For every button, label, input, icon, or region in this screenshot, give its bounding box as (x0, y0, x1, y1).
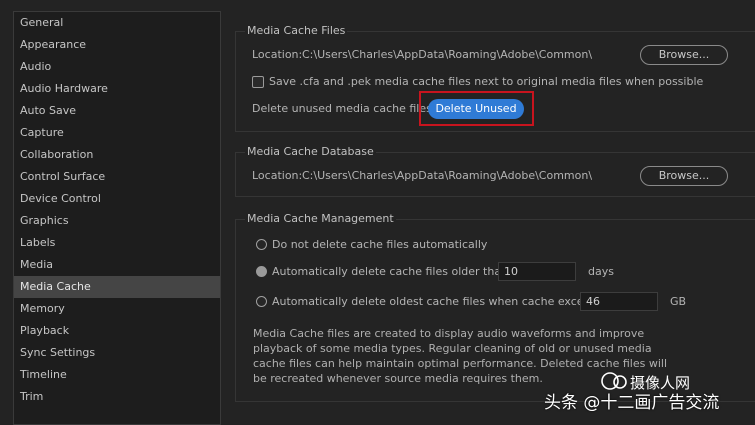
radio-delete-older-than[interactable] (256, 266, 267, 277)
media-cache-files-title: Media Cache Files (245, 24, 348, 37)
files-location-label: Location: (252, 48, 303, 61)
sidebar-item-audio[interactable]: Audio (14, 56, 220, 78)
database-location-path: C:\Users\Charles\AppData\Roaming\Adobe\C… (302, 169, 593, 182)
option-do-not-delete-label: Do not delete cache files automatically (272, 238, 488, 251)
option-delete-older-label: Automatically delete cache files older t… (272, 265, 512, 278)
delete-unused-label: Delete unused media cache files (252, 102, 432, 115)
database-location-label: Location: (252, 169, 303, 182)
preferences-sidebar: General Appearance Audio Audio Hardware … (13, 11, 221, 425)
sidebar-item-trim[interactable]: Trim (14, 386, 220, 408)
save-cache-next-to-media-checkbox[interactable] (252, 76, 264, 88)
sidebar-item-auto-save[interactable]: Auto Save (14, 100, 220, 122)
database-browse-button[interactable]: Browse... (640, 166, 728, 186)
sidebar-item-memory[interactable]: Memory (14, 298, 220, 320)
watermark-text: 头条 @十二画广告交流 (544, 393, 720, 413)
sidebar-item-media[interactable]: Media (14, 254, 220, 276)
sidebar-item-device-control[interactable]: Device Control (14, 188, 220, 210)
option-delete-exceeds-label: Automatically delete oldest cache files … (272, 295, 607, 308)
sidebar-item-labels[interactable]: Labels (14, 232, 220, 254)
save-cache-checkbox-label: Save .cfa and .pek media cache files nex… (269, 75, 704, 88)
cache-size-limit-input[interactable]: 46 (580, 292, 658, 311)
radio-do-not-delete[interactable] (256, 239, 267, 250)
sidebar-item-collaboration[interactable]: Collaboration (14, 144, 220, 166)
sidebar-item-media-cache[interactable]: Media Cache (14, 276, 220, 298)
older-than-days-input[interactable]: 10 (498, 262, 576, 281)
sidebar-item-control-surface[interactable]: Control Surface (14, 166, 220, 188)
sidebar-item-capture[interactable]: Capture (14, 122, 220, 144)
sidebar-item-timeline[interactable]: Timeline (14, 364, 220, 386)
sidebar-item-graphics[interactable]: Graphics (14, 210, 220, 232)
delete-unused-button[interactable]: Delete Unused (428, 99, 524, 119)
sidebar-item-general[interactable]: General (14, 12, 220, 34)
sidebar-item-appearance[interactable]: Appearance (14, 34, 220, 56)
files-browse-button[interactable]: Browse... (640, 45, 728, 65)
media-cache-management-title: Media Cache Management (245, 212, 396, 225)
radio-delete-when-exceeds[interactable] (256, 296, 267, 307)
sidebar-item-playback[interactable]: Playback (14, 320, 220, 342)
sidebar-item-sync-settings[interactable]: Sync Settings (14, 342, 220, 364)
preferences-window: General Appearance Audio Audio Hardware … (0, 0, 755, 425)
gb-unit-label: GB (670, 295, 687, 308)
sidebar-item-audio-hardware[interactable]: Audio Hardware (14, 78, 220, 100)
days-unit-label: days (588, 265, 614, 278)
media-cache-database-title: Media Cache Database (245, 145, 376, 158)
files-location-path: C:\Users\Charles\AppData\Roaming\Adobe\C… (302, 48, 593, 61)
